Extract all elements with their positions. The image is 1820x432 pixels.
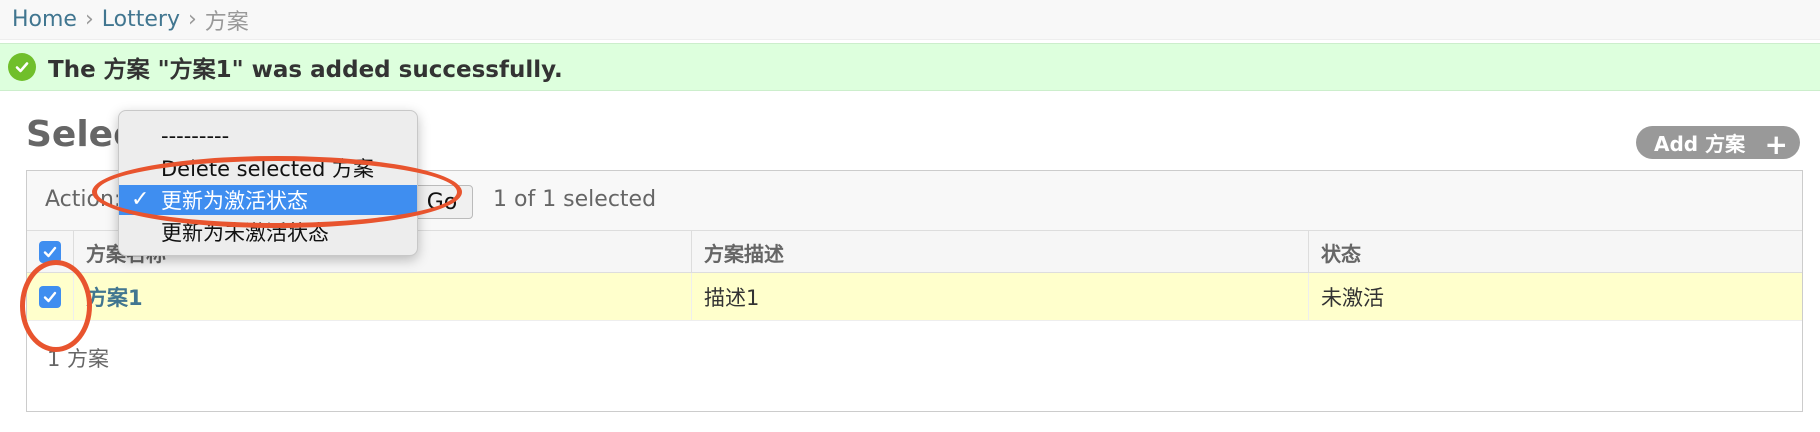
column-header-status[interactable]: 状态 xyxy=(1308,231,1802,273)
row-name-link[interactable]: 方案1 xyxy=(73,273,691,321)
action-counter: 1 of 1 selected xyxy=(493,187,657,212)
breadcrumb-separator: › xyxy=(187,7,197,32)
breadcrumb-app-link[interactable]: Lottery xyxy=(102,7,180,32)
annotation-circle-action xyxy=(92,156,462,228)
breadcrumb-separator: › xyxy=(84,7,94,32)
annotation-circle-checkbox xyxy=(20,260,92,352)
success-message: The 方案 "方案1" was added successfully. xyxy=(0,43,1820,91)
breadcrumb-current: 方案 xyxy=(204,9,249,35)
row-status: 未激活 xyxy=(1308,273,1802,321)
column-header-description[interactable]: 方案描述 xyxy=(691,231,1308,273)
add-plan-button[interactable]: Add 方案 + xyxy=(1636,126,1800,161)
breadcrumb: Home › Lottery › 方案 xyxy=(0,0,1820,40)
plus-icon: + xyxy=(1764,128,1788,161)
row-description: 描述1 xyxy=(691,273,1308,321)
add-button-label: Add 方案 xyxy=(1654,132,1746,156)
success-check-icon xyxy=(8,53,36,81)
table-row: 方案1 描述1 未激活 xyxy=(27,273,1802,321)
action-option-blank[interactable]: --------- xyxy=(119,121,417,151)
success-message-text: The 方案 "方案1" was added successfully. xyxy=(48,57,563,83)
breadcrumb-home-link[interactable]: Home xyxy=(12,7,77,32)
